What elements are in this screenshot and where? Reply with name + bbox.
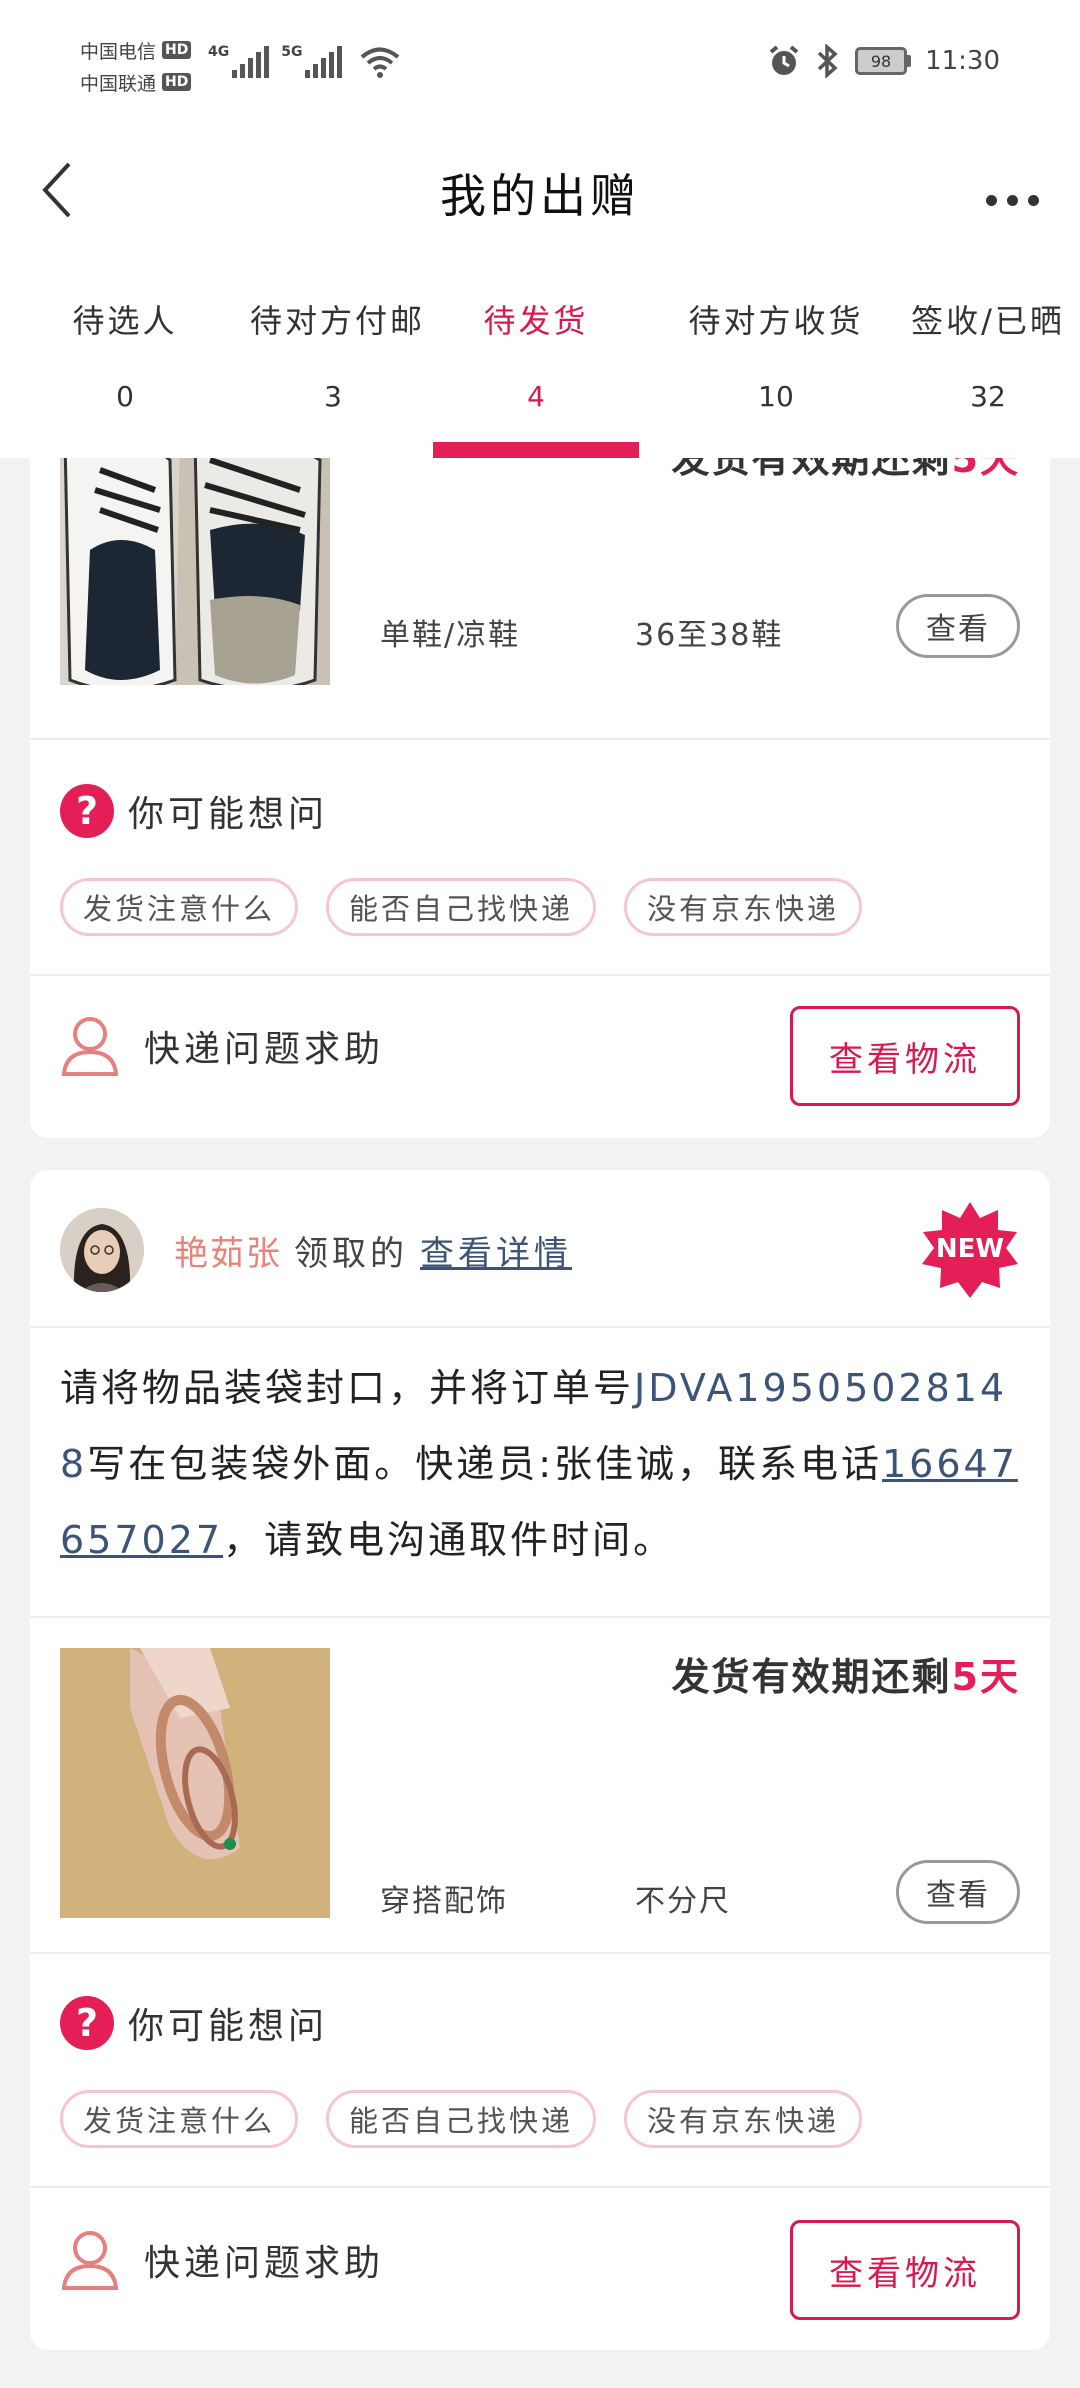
dot-icon	[1027, 194, 1039, 206]
clock: 11:30	[925, 46, 1000, 76]
view-item-button[interactable]: 查看	[896, 1860, 1020, 1924]
ring-image	[60, 1648, 330, 1918]
hd-badge: HD	[162, 41, 192, 59]
net-type-2: 5G	[281, 44, 303, 60]
dot-icon	[985, 194, 997, 206]
faq-title: 你可能想问	[128, 2006, 329, 2047]
tab-pending-postage[interactable]: 待对方付邮 3	[250, 260, 426, 458]
bluetooth-icon	[817, 44, 838, 78]
receiver-row: 艳茹张 领取的 查看详情	[60, 1208, 572, 1292]
instruction-text: 请将物品装袋封口，并将订单号	[60, 1366, 635, 1410]
faq-chip[interactable]: 没有京东快递	[624, 878, 863, 936]
wifi-icon	[361, 47, 400, 78]
nav-header: 我的出赠	[0, 130, 1080, 260]
order-card: 艳茹张 领取的 查看详情 NEW 请将物品装袋封口，并将订单号JDVA19505…	[30, 1170, 1050, 2350]
tab-pending-receipt[interactable]: 待对方收货 10	[656, 260, 896, 458]
divider	[30, 1952, 1050, 1954]
product-category: 穿搭配饰	[380, 1884, 508, 1919]
network-indicators: 4G 5G	[208, 44, 400, 78]
tab-count: 4	[527, 380, 545, 413]
avatar-image	[60, 1208, 144, 1292]
faq-chips: 发货注意什么 能否自己找快递 没有京东快递	[60, 878, 863, 936]
new-badge-text: NEW	[935, 1234, 1005, 1264]
receiver-suffix: 领取的	[294, 1233, 408, 1274]
faq-chip[interactable]: 能否自己找快递	[326, 878, 597, 936]
battery-icon: 98	[855, 47, 912, 75]
product-size: 36至38鞋	[635, 618, 784, 653]
signal-icon: 4G	[208, 44, 270, 78]
tab-label: 待对方付邮	[250, 302, 426, 340]
product-image[interactable]	[60, 430, 330, 685]
shoe-image	[60, 430, 330, 685]
faq-chip[interactable]: 发货注意什么	[60, 878, 299, 936]
divider	[30, 738, 1050, 740]
faq-title: 你可能想问	[128, 794, 329, 835]
carrier-info: 中国电信 HD 中国联通 HD	[80, 34, 192, 98]
status-bar: 中国电信 HD 中国联通 HD 4G 5G 98 11:30	[0, 0, 1080, 130]
deadline-days: 5天	[951, 1655, 1020, 1699]
deadline-text: 发货有效期还剩	[671, 1655, 952, 1699]
divider	[30, 1326, 1050, 1328]
ship-deadline: 发货有效期还剩5天	[672, 1646, 1020, 1701]
help-label: 快递问题求助	[144, 1029, 385, 1070]
dot-icon	[1006, 194, 1018, 206]
shipping-instructions: 请将物品装袋封口，并将订单号JDVA19505028148写在包装袋外面。快递员…	[60, 1350, 1020, 1578]
person-icon	[61, 1017, 119, 1076]
tab-count: 0	[116, 380, 134, 413]
view-item-button[interactable]: 查看	[896, 594, 1020, 658]
new-badge: NEW	[920, 1200, 1020, 1300]
net-type-1: 4G	[208, 44, 230, 60]
view-logistics-button[interactable]: 查看物流	[790, 2220, 1020, 2320]
courier-help[interactable]: 快递问题求助	[60, 1014, 384, 1078]
order-card: 发货有效期还剩5天 单鞋/凉鞋 36至38鞋 查看 ? 你可能想问 发货注意什么…	[30, 380, 1050, 1138]
active-tab-indicator	[433, 442, 639, 458]
divider	[30, 1616, 1050, 1618]
alarm-icon	[769, 45, 799, 75]
signal-icon: 5G	[281, 44, 343, 78]
faq-chips: 发货注意什么 能否自己找快递 没有京东快递	[60, 2090, 863, 2148]
faq-chip[interactable]: 没有京东快递	[624, 2090, 863, 2148]
courier-help[interactable]: 快递问题求助	[60, 2228, 384, 2292]
faq-chip[interactable]: 能否自己找快递	[326, 2090, 597, 2148]
more-options-button[interactable]	[972, 160, 1052, 240]
divider	[30, 974, 1050, 976]
receiver-name[interactable]: 艳茹张	[174, 1226, 282, 1275]
faq-chip[interactable]: 发货注意什么	[60, 2090, 299, 2148]
carrier-1: 中国电信	[80, 40, 157, 63]
status-right: 98 11:30	[767, 44, 1000, 78]
carrier-2: 中国联通	[80, 72, 157, 95]
question-icon: ?	[60, 1996, 114, 2050]
tab-count: 3	[324, 380, 342, 413]
tab-label: 签收/已晒	[911, 302, 1065, 340]
faq-header: ? 你可能想问	[60, 1996, 328, 2050]
hd-badge: HD	[162, 73, 192, 91]
tab-pending-shipment[interactable]: 待发货 4	[416, 260, 656, 458]
instruction-text: 写在包装袋外面。快递员:张佳诚，联系电话	[87, 1442, 882, 1486]
tab-received-shared[interactable]: 签收/已晒 32	[896, 260, 1080, 458]
page-title: 我的出赠	[440, 169, 640, 223]
tab-pending-select[interactable]: 待选人 0	[0, 260, 250, 458]
faq-header: ? 你可能想问	[60, 784, 328, 838]
view-details-link[interactable]: 查看详情	[420, 1226, 572, 1275]
tab-count: 32	[970, 380, 1006, 413]
product-size: 不分尺	[635, 1884, 731, 1919]
battery-level: 98	[870, 51, 892, 71]
status-tabs: 待选人 0 待对方付邮 3 待发货 4 待对方收货 10 签收/已晒 32	[0, 260, 1080, 458]
product-category: 单鞋/凉鞋	[380, 618, 521, 653]
divider	[30, 2186, 1050, 2188]
view-logistics-button[interactable]: 查看物流	[790, 1006, 1020, 1106]
tab-label: 待选人	[72, 302, 178, 340]
question-icon: ?	[60, 784, 114, 838]
person-icon	[61, 2231, 119, 2290]
help-label: 快递问题求助	[144, 2243, 385, 2284]
instruction-text: ，请致电沟通取件时间。	[223, 1518, 675, 1562]
tab-label: 待发货	[483, 302, 589, 340]
tab-label: 待对方收货	[688, 302, 864, 340]
tab-count: 10	[758, 380, 794, 413]
avatar[interactable]	[60, 1208, 144, 1292]
product-image[interactable]	[60, 1648, 330, 1918]
